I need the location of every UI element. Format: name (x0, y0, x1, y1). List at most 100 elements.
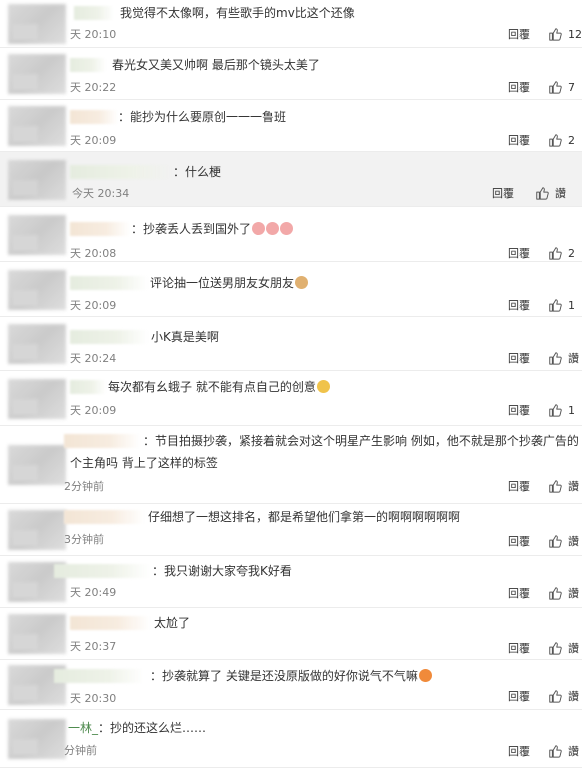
comment-text: ：节目拍摄抄袭，紧接着就会对这个明星产生影响 例如，他不就是那个抄袭广告的 (143, 434, 579, 448)
like-count: 7 (568, 80, 575, 94)
timestamp: 分钟前 (64, 744, 97, 757)
username-blurred[interactable] (70, 222, 130, 236)
reply-button[interactable]: 回覆 (508, 402, 530, 418)
fire-emoji-icon (418, 669, 432, 682)
username-blurred[interactable] (70, 165, 172, 179)
sad-emoji-icon (316, 380, 330, 393)
reply-button[interactable]: 回覆 (508, 26, 530, 42)
reply-button[interactable]: 回覆 (508, 478, 530, 494)
thumbs-up-icon (549, 299, 562, 312)
username-blurred[interactable] (70, 616, 150, 630)
username[interactable]: 一林_ (68, 721, 98, 735)
like-count: 讚 (568, 690, 579, 703)
username-blurred[interactable] (74, 6, 114, 20)
username-blurred[interactable] (70, 276, 148, 290)
comment-body: 每次都有幺蛾子 就不能有点自己的创意 (108, 379, 330, 395)
username-blurred[interactable] (70, 110, 118, 124)
like-button[interactable]: 1 (548, 298, 575, 312)
avatar[interactable] (8, 719, 66, 759)
reply-button[interactable]: 回覆 (508, 245, 530, 261)
thumbs-up-icon (549, 690, 562, 703)
pig-emoji-icon (280, 222, 294, 235)
avatar[interactable] (8, 614, 66, 654)
comment-row: 太尬了天 20:37 回覆 讚 (0, 608, 582, 660)
username-blurred[interactable] (54, 669, 144, 683)
reply-button[interactable]: 回覆 (508, 585, 530, 601)
username-blurred[interactable] (70, 380, 106, 394)
comment-text: ：抄袭就算了 关键是还没原版做的好你说气不气嘛 (150, 669, 418, 683)
reply-button[interactable]: 回覆 (508, 350, 530, 366)
like-count: 1 (568, 403, 575, 417)
comment-body: 一林_：抄的还这么烂…… (68, 720, 206, 736)
like-button[interactable]: 讚 (548, 479, 579, 493)
like-button[interactable]: 讚 (548, 689, 579, 703)
timestamp: 天 20:09 (70, 299, 117, 312)
avatar[interactable] (8, 445, 66, 485)
like-button[interactable]: 2 (548, 133, 575, 147)
like-button[interactable]: 7 (548, 80, 575, 94)
avatar[interactable] (8, 270, 66, 310)
comment-text: ：能抄为什么要原创一一一鲁班 (118, 110, 287, 124)
avatar[interactable] (8, 106, 66, 146)
like-button[interactable]: 讚 (548, 534, 579, 548)
timestamp: 天 20:30 (70, 692, 117, 705)
username-blurred[interactable] (64, 510, 144, 524)
reply-button[interactable]: 回覆 (508, 640, 530, 656)
comment-row: ：什么梗今天 20:34 回覆 讚 (0, 152, 582, 207)
comment-row: 春光女又美又帅啊 最后那个镜头太美了天 20:22 回覆 7 (0, 48, 582, 100)
timestamp: 天 20:24 (70, 352, 117, 365)
reply-button[interactable]: 回覆 (508, 79, 530, 95)
timestamp: 天 20:37 (70, 640, 117, 653)
avatar[interactable] (8, 160, 66, 200)
username-blurred[interactable] (64, 434, 140, 448)
avatar[interactable] (8, 510, 66, 550)
like-button[interactable]: 12 (548, 27, 582, 41)
username-blurred[interactable] (70, 58, 106, 72)
comment-row: 评论抽一位送男朋友女朋友天 20:09 回覆 1 (0, 262, 582, 317)
reply-button[interactable]: 回覆 (508, 132, 530, 148)
avatar[interactable] (8, 379, 66, 419)
comment-row: 每次都有幺蛾子 就不能有点自己的创意天 20:09 回覆 1 (0, 371, 582, 426)
comment-text: 我觉得不太像啊，有些歌手的mv比这个还像 (120, 6, 355, 20)
reply-button[interactable]: 回覆 (508, 297, 530, 313)
thumbs-up-icon (549, 352, 562, 365)
username-blurred[interactable] (54, 564, 150, 578)
comment-body: ：能抄为什么要原创一一一鲁班 (118, 109, 286, 125)
comment-body: 评论抽一位送男朋友女朋友 (150, 275, 309, 291)
like-button[interactable]: 讚 (548, 641, 579, 655)
like-button[interactable]: 讚 (548, 351, 579, 365)
comment-row: 小K真是美啊天 20:24 回覆 讚 (0, 317, 582, 371)
avatar[interactable] (8, 54, 66, 94)
like-count: 2 (568, 246, 575, 260)
comment-text: ：我只谢谢大家夸我K好看 (152, 564, 292, 578)
comment-body: ：抄袭丢人丢到国外了 (131, 221, 294, 237)
comment-body: ：节目拍摄抄袭，紧接着就会对这个明星产生影响 例如，他不就是那个抄袭广告的 (143, 433, 579, 449)
like-button[interactable]: 1 (548, 403, 575, 417)
timestamp: 天 20:49 (70, 586, 117, 599)
avatar[interactable] (8, 324, 66, 364)
comment-text: 小K真是美啊 (151, 330, 219, 344)
reply-button[interactable]: 回覆 (492, 185, 514, 201)
like-button[interactable]: 讚 (535, 186, 566, 200)
comment-body: 我觉得不太像啊，有些歌手的mv比这个还像 (120, 5, 355, 21)
comment-body: ：什么梗 (173, 164, 221, 180)
comment-body: 小K真是美啊 (151, 329, 219, 345)
reply-button[interactable]: 回覆 (508, 743, 530, 759)
comment-row: ：抄袭就算了 关键是还没原版做的好你说气不气嘛天 20:30 回覆 讚 (0, 660, 582, 710)
comment-text: ：抄袭丢人丢到国外了 (131, 222, 252, 236)
comment-row: ：能抄为什么要原创一一一鲁班天 20:09 回覆 2 (0, 100, 582, 152)
username-blurred[interactable] (70, 330, 148, 344)
reply-button[interactable]: 回覆 (508, 688, 530, 704)
timestamp: 今天 20:34 (72, 187, 130, 200)
avatar[interactable] (8, 4, 66, 44)
like-button[interactable]: 2 (548, 246, 575, 260)
reply-button[interactable]: 回覆 (508, 533, 530, 549)
comment-text: 每次都有幺蛾子 就不能有点自己的创意 (108, 380, 316, 394)
comment-text: 太尬了 (154, 616, 191, 630)
like-button[interactable]: 讚 (548, 744, 579, 758)
avatar[interactable] (8, 215, 66, 255)
like-button[interactable]: 讚 (548, 586, 579, 600)
pig-emoji-icon (252, 222, 266, 235)
like-count: 讚 (568, 535, 579, 548)
timestamp: 天 20:09 (70, 404, 117, 417)
